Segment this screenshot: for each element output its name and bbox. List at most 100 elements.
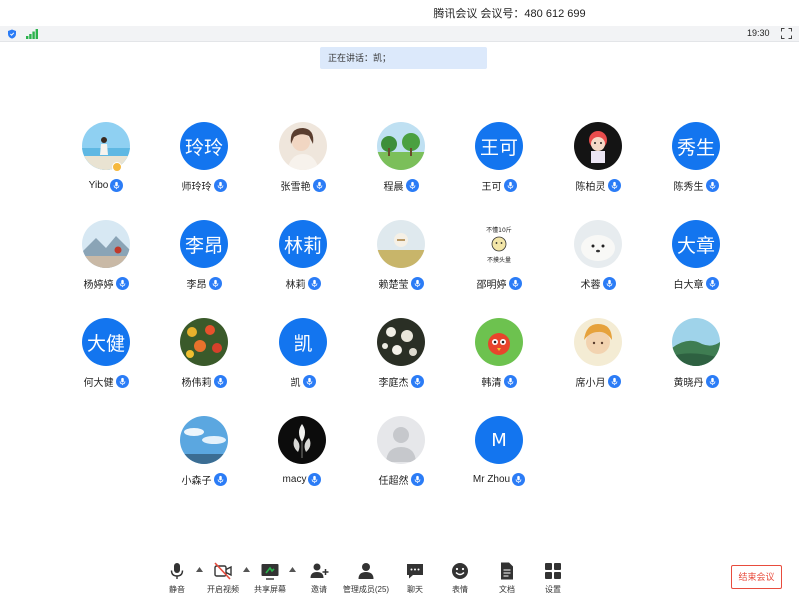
participant-tile[interactable]: 凯凯 [258, 318, 348, 398]
participant-tile[interactable]: 任超然 [356, 416, 446, 496]
participant-tile[interactable]: 杨婷婷 [61, 220, 151, 300]
participant-tile[interactable]: 程晨 [356, 122, 446, 202]
settings-button[interactable]: 设置 [542, 561, 564, 597]
invite-button[interactable]: 邀请 [308, 561, 330, 597]
participant-name: 林莉 [285, 279, 306, 291]
avatar [672, 318, 720, 366]
participant-name-row: 李庭杰 [356, 374, 446, 389]
participant-tile[interactable]: 大健 何大健 [61, 318, 151, 398]
participant-tile[interactable]: macy [257, 416, 347, 496]
video-options-caret[interactable] [243, 567, 250, 572]
reactions-button[interactable]: 表情 [449, 561, 471, 597]
participant-tile[interactable]: M Mr Zhou [454, 416, 544, 496]
avatar: 秀生 [672, 122, 720, 170]
participant-name: 黄晓丹 [673, 377, 704, 389]
video-off-icon [214, 562, 232, 580]
participant-name-row: 杨伟莉 [159, 374, 249, 389]
participant-tile[interactable]: 王可 王可 [454, 122, 544, 202]
microphone-icon [512, 472, 526, 486]
participant-name: 凯 [290, 377, 301, 389]
participant-name: 任超然 [378, 475, 409, 487]
meeting-toolbar: 静音 开启视频 共享屏幕 邀请 管理成员(25) 聊天 表情 文档 设置 [0, 553, 799, 597]
participant-tile[interactable]: 玲玲 师玲玲 [159, 122, 249, 202]
participant-name: 邵明婷 [476, 279, 507, 291]
add-user-icon [310, 563, 329, 578]
microphone-icon [607, 374, 621, 388]
avatar: 凯 [279, 318, 327, 366]
avatar-initials: 凯 [293, 332, 313, 355]
participant-grid: Yibo 玲玲 师玲玲 张雪艳 程晨 王可 王可 陈柏灵 秀生 陈秀生 杨婷婷 李昂 李昂 林莉 林莉 赖楚莹… [0, 0, 799, 597]
end-meeting-button[interactable]: 结束会议 [731, 565, 782, 589]
share-screen-button[interactable]: 共享屏幕 [252, 561, 288, 597]
document-icon [501, 562, 513, 580]
participant-name-row: 赖楚莹 [356, 276, 446, 291]
participant-name-row: 任超然 [356, 472, 446, 487]
participant-tile[interactable]: 小森子 [159, 416, 249, 496]
participant-name-row: 林莉 [258, 276, 348, 291]
participant-tile[interactable]: 陈柏灵 [553, 122, 643, 202]
avatar: 王可 [475, 122, 523, 170]
members-icon [358, 563, 374, 579]
participant-name-row: 陈秀生 [651, 178, 741, 193]
participant-name-row: 师玲玲 [159, 178, 249, 193]
avatar [180, 416, 228, 464]
avatar [279, 122, 327, 170]
manage-members-button[interactable]: 管理成员(25) [342, 561, 390, 597]
chat-label: 聊天 [407, 585, 423, 594]
microphone-icon [115, 374, 129, 388]
participant-tile[interactable]: 不懂10斤 不摸头量 邵明婷 [454, 220, 544, 300]
microphone-icon [410, 472, 424, 486]
participant-name-row: 小森子 [159, 472, 249, 487]
microphone-icon [705, 374, 719, 388]
participant-tile[interactable]: 秀生 陈秀生 [651, 122, 741, 202]
participant-tile[interactable]: 李庭杰 [356, 318, 446, 398]
participant-tile[interactable]: 张雪艳 [258, 122, 348, 202]
participant-tile[interactable]: 赖楚莹 [356, 220, 446, 300]
participant-name: 席小月 [575, 377, 606, 389]
participant-tile[interactable]: 大章 白大章 [651, 220, 741, 300]
participant-tile[interactable]: 林莉 林莉 [258, 220, 348, 300]
share-options-caret[interactable] [289, 567, 296, 572]
participant-tile[interactable]: 席小月 [553, 318, 643, 398]
documents-label: 文档 [499, 585, 515, 594]
participant-name: 术蓉 [580, 279, 601, 291]
participant-tile[interactable]: 李昂 李昂 [159, 220, 249, 300]
participant-name-row: 席小月 [553, 374, 643, 389]
avatar [180, 318, 228, 366]
microphone-icon [410, 374, 424, 388]
participant-tile[interactable]: 术蓉 [553, 220, 643, 300]
avatar [278, 416, 326, 464]
avatar: 大章 [672, 220, 720, 268]
microphone-icon [405, 178, 419, 192]
chat-button[interactable]: 聊天 [404, 561, 426, 597]
participant-name-row: Mr Zhou [454, 472, 544, 486]
mute-options-caret[interactable] [196, 567, 203, 572]
avatar-initials: 李昂 [184, 234, 223, 257]
avatar: 玲玲 [180, 122, 228, 170]
participant-tile[interactable]: 杨伟莉 [159, 318, 249, 398]
microphone-icon [508, 276, 522, 290]
start-video-label: 开启视频 [207, 585, 239, 594]
microphone-icon [705, 276, 719, 290]
smiley-icon [452, 563, 468, 579]
participant-name: 杨伟莉 [181, 377, 212, 389]
participant-name-row: 术蓉 [553, 276, 643, 291]
avatar: M [475, 416, 523, 464]
mute-button[interactable]: 静音 [166, 561, 188, 597]
participant-name-row: 何大健 [61, 374, 151, 389]
participant-tile[interactable]: 黄晓丹 [651, 318, 741, 398]
meme-caption-bottom: 不摸头量 [487, 256, 511, 264]
participant-name: macy [282, 473, 307, 485]
start-video-button[interactable]: 开启视频 [205, 561, 241, 597]
participant-name-row: 黄晓丹 [651, 374, 741, 389]
documents-button[interactable]: 文档 [496, 561, 518, 597]
microphone-icon [308, 472, 322, 486]
participant-name-row: 陈柏灵 [553, 178, 643, 193]
microphone-icon [312, 178, 326, 192]
participant-name-row: 凯 [258, 374, 348, 389]
participant-name: Mr Zhou [472, 473, 511, 485]
participant-tile[interactable]: 韩清 [454, 318, 544, 398]
reactions-label: 表情 [452, 585, 468, 594]
microphone-icon [705, 178, 719, 192]
participant-tile[interactable]: Yibo [61, 122, 151, 202]
